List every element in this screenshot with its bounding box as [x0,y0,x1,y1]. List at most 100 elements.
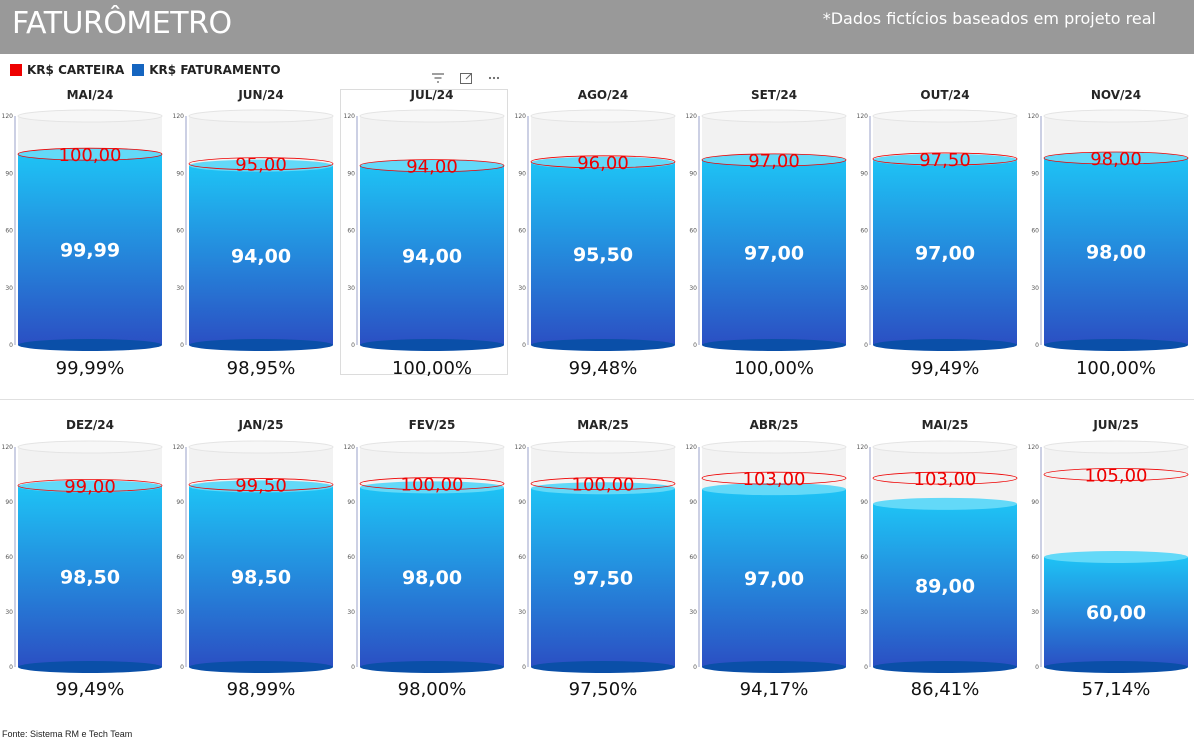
y-tick-label: 120 [686,113,698,120]
y-tick-label: 120 [173,444,185,451]
cylinder-bottom [702,661,846,673]
percent-label-out-24: 99,49% [911,358,980,379]
y-tick-label: 90 [176,170,184,177]
percent-label-mar-25: 97,50% [569,679,638,700]
month-label-jun-24: JUN/24 [237,88,283,102]
month-label-abr-25: ABR/25 [750,418,799,432]
carteira-label-mai-24: 100,00 [59,145,122,166]
cylinder-top [701,109,847,123]
source-note: Fonte: Sistema RM e Tech Team [2,729,133,739]
faturamento-label-jul-24: 94,00 [402,245,462,267]
percent-label-dez-24: 99,49% [56,679,125,700]
y-tick-label: 60 [176,228,184,235]
faturamento-label-fev-25: 98,00 [402,567,462,589]
y-tick-label: 30 [347,609,355,616]
cylinder-top [359,440,505,454]
cylinder-bottom [873,339,1017,351]
cylinder-bottom [18,661,162,673]
faturamento-label-jun-24: 94,00 [231,245,291,267]
cylinder-top [17,440,163,454]
y-tick-label: 120 [515,444,527,451]
cylinder-bottom [873,661,1017,673]
month-label-dez-24: DEZ/24 [66,418,114,432]
carteira-label-jun-24: 95,00 [235,155,287,176]
month-label-jul-24: JUL/24 [410,88,454,102]
cylinder-top [188,109,334,123]
y-tick-label: 0 [9,342,13,349]
faturamento-label-nov-24: 98,00 [1086,241,1146,263]
y-tick-label: 0 [522,342,526,349]
cylinder-bottom [1044,339,1188,351]
faturamento-label-ago-24: 95,50 [573,244,633,266]
faturamento-label-mar-25: 97,50 [573,568,633,590]
y-tick-label: 30 [689,285,697,292]
month-label-jan-25: JAN/25 [238,418,284,432]
y-tick-label: 30 [689,609,697,616]
y-tick-label: 0 [864,342,868,349]
y-tick-label: 90 [689,499,697,506]
carteira-label-set-24: 97,00 [748,151,800,172]
y-tick-label: 120 [515,113,527,120]
y-tick-label: 0 [522,664,526,671]
month-label-nov-24: NOV/24 [1091,88,1141,102]
faturamento-label-jan-25: 98,50 [231,567,291,589]
y-tick-label: 30 [518,285,526,292]
carteira-label-out-24: 97,50 [919,150,971,171]
carteira-label-jan-25: 99,50 [235,476,287,497]
y-tick-label: 90 [860,499,868,506]
y-tick-label: 30 [5,285,13,292]
y-tick-label: 120 [2,444,14,451]
y-tick-label: 90 [1031,170,1039,177]
y-tick-label: 30 [347,285,355,292]
cylinder-bottom [531,661,675,673]
y-tick-label: 120 [1028,444,1040,451]
month-label-out-24: OUT/24 [920,88,969,102]
percent-label-jan-25: 98,99% [227,679,296,700]
y-tick-label: 60 [1031,228,1039,235]
percent-label-fev-25: 98,00% [398,679,467,700]
y-tick-label: 0 [1035,342,1039,349]
cylinder-bottom [702,339,846,351]
percent-label-nov-24: 100,00% [1076,358,1156,379]
cylinder-top [530,109,676,123]
percent-label-set-24: 100,00% [734,358,814,379]
y-tick-label: 0 [1035,664,1039,671]
carteira-label-ago-24: 96,00 [577,153,629,174]
y-tick-label: 120 [344,444,356,451]
y-tick-label: 120 [2,113,14,120]
y-tick-label: 90 [518,499,526,506]
cylinder-bottom [189,339,333,351]
faturamento-cap-jun-25 [1044,551,1188,563]
y-tick-label: 90 [5,499,13,506]
percent-label-mai-25: 86,41% [911,679,980,700]
y-tick-label: 90 [347,170,355,177]
month-label-set-24: SET/24 [751,88,797,102]
y-tick-label: 0 [864,664,868,671]
y-tick-label: 120 [857,113,869,120]
y-tick-label: 0 [180,342,184,349]
carteira-label-dez-24: 99,00 [64,477,116,498]
y-tick-label: 120 [344,113,356,120]
y-tick-label: 60 [5,228,13,235]
month-label-ago-24: AGO/24 [578,88,628,102]
percent-label-jun-24: 98,95% [227,358,296,379]
y-tick-label: 60 [860,228,868,235]
y-tick-label: 30 [5,609,13,616]
cylinder-bottom [360,339,504,351]
carteira-label-fev-25: 100,00 [401,475,464,496]
y-tick-label: 60 [860,554,868,561]
cylinder-top [188,440,334,454]
faturamento-label-mai-24: 99,99 [60,240,120,262]
y-tick-label: 60 [1031,554,1039,561]
y-tick-label: 90 [689,170,697,177]
carteira-label-mai-25: 103,00 [914,469,977,490]
y-tick-label: 0 [693,664,697,671]
carteira-label-jun-25: 105,00 [1085,466,1148,487]
y-tick-label: 90 [176,499,184,506]
y-tick-label: 90 [1031,499,1039,506]
y-tick-label: 120 [857,444,869,451]
faturometro-chart: MAI/24 0 30 60 90 120 100,00 99,99 99,99% JUN/24 0… [2,88,1189,700]
y-tick-label: 60 [5,554,13,561]
y-tick-label: 0 [693,342,697,349]
percent-label-mai-24: 99,99% [56,358,125,379]
